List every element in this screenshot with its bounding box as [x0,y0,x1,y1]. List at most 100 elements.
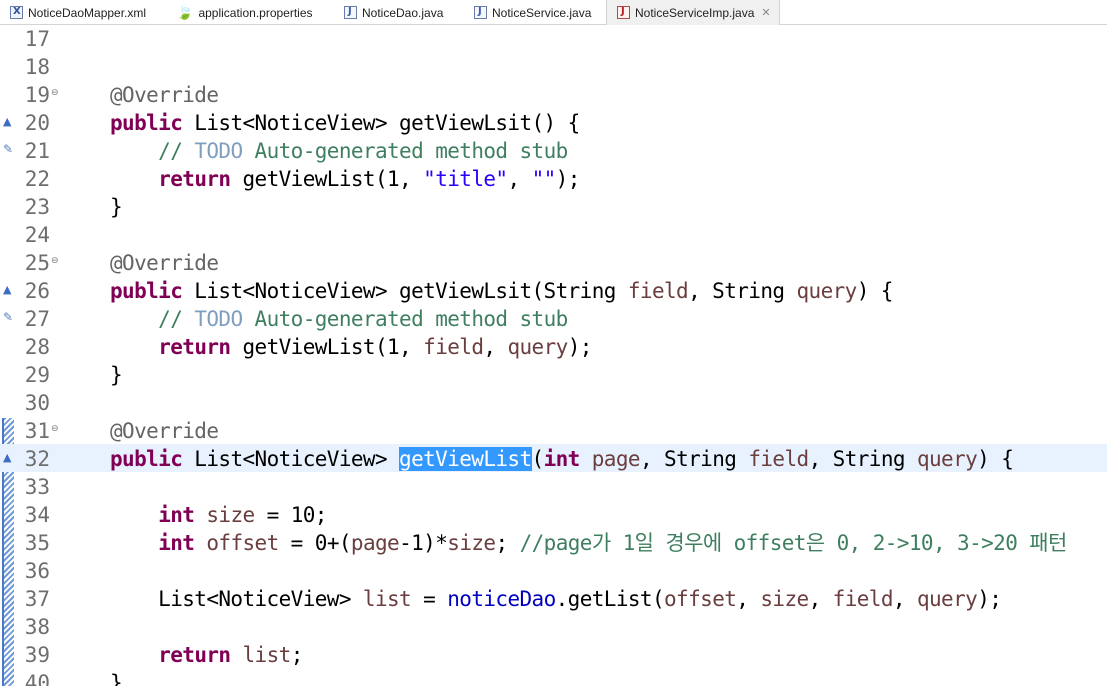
code-line[interactable]: 21 ✎ // TODO Auto-generated method stub [0,136,1107,164]
code-line[interactable]: 28 return getViewList(1, field, query); [0,332,1107,360]
code-line[interactable]: 26 ▲ public List<NoticeView> getViewLsit(S… [0,276,1107,304]
code-token: , String [808,447,917,471]
code-text[interactable]: return getViewList(1, "title", ""); [110,167,580,191]
code-text[interactable]: @Override [110,419,219,443]
tab-noticedaomapper-xml[interactable]: NoticeDaoMapper.xml [0,0,160,25]
code-line[interactable]: 24 [0,220,1107,248]
fold-collapse-icon[interactable]: ⊖ [51,424,59,434]
code-line[interactable]: 25 ⊖ @Override [0,248,1107,276]
code-text[interactable]: return getViewList(1, field, query); [110,335,592,359]
code-token: -1)* [399,531,448,555]
line-number: 23 [24,195,50,219]
code-line[interactable]: 37 List<NoticeView> list = noticeDao.get… [0,584,1107,612]
tab-label: application.properties [198,5,313,20]
code-token: .getList( [555,587,665,611]
code-line[interactable]: 23} [0,192,1107,220]
code-token: int [543,447,581,471]
tab-label: NoticeServiceImp.java [635,5,755,20]
code-text[interactable]: int offset = 0+(page-1)*size; //page가 1일… [110,531,1067,555]
code-token: = [411,587,448,611]
code-line[interactable]: 20 ▲ public List<NoticeView> getViewLsit()… [0,108,1107,136]
close-tab-icon[interactable]: ✕ [761,6,770,19]
fold-collapse-icon[interactable]: ⊖ [51,256,59,266]
line-number: 19 [24,83,50,107]
code-token: } [110,671,123,686]
code-token: offset [206,531,279,555]
code-text[interactable]: } [110,363,123,387]
code-line[interactable]: 30 [0,388,1107,416]
code-token: ; [290,643,304,667]
java-file-icon [474,6,487,19]
code-line[interactable]: 31 ⊖ @Override [0,416,1107,444]
tab-application-properties[interactable]: 🍃 application.properties [166,0,326,25]
code-line[interactable]: 32 ▲ public List<NoticeView> getViewList(i… [0,444,1107,472]
code-text[interactable]: public List<NoticeView> getViewList(int … [110,447,1014,471]
code-line[interactable]: 33 [0,472,1107,500]
line-number: 37 [24,587,50,611]
code-editor[interactable]: 17 18 19 ⊖ @Override 20 ▲ public List<NoticeVie… [0,25,1107,686]
line-number: 25 [24,251,50,275]
code-token: size [447,531,496,555]
code-text[interactable]: // TODO Auto-generated method stub [110,139,568,163]
code-text[interactable]: @Override [110,83,219,107]
code-line[interactable]: 29} [0,360,1107,388]
tab-noticedao-java[interactable]: NoticeDao.java [334,0,462,25]
code-text[interactable]: public List<NoticeView> getViewLsit(Stri… [110,279,893,303]
code-line[interactable]: 34 int size = 10; [0,500,1107,528]
code-token: //page가 1일 경우에 offset은 0, 2->10, 3->20 패… [519,531,1068,555]
override-marker-icon[interactable]: ▲ [3,283,11,296]
line-number: 31 [24,419,50,443]
java-file-icon [344,6,357,19]
code-text[interactable]: public List<NoticeView> getViewLsit() { [110,111,580,135]
code-line[interactable]: 27 ✎ // TODO Auto-generated method stub [0,304,1107,332]
code-token: "" [531,167,557,191]
task-marker-icon[interactable]: ✎ [3,310,13,324]
code-line[interactable]: 19 ⊖ @Override [0,80,1107,108]
code-token: page [350,531,400,555]
code-line[interactable]: 17 [0,25,1107,52]
line-number: 22 [24,167,50,191]
override-marker-icon[interactable]: ▲ [3,451,11,464]
code-token: int [158,503,195,527]
code-token: query [507,335,568,359]
line-number: 26 [24,279,50,303]
tab-noticeservice-java[interactable]: NoticeService.java [464,0,604,25]
code-text[interactable]: return list; [110,643,303,667]
code-token: public [110,111,183,135]
code-line[interactable]: 36 [0,556,1107,584]
code-text[interactable]: } [110,671,123,686]
code-token: } [110,195,123,219]
code-token: ); [977,587,1002,611]
line-number: 39 [24,643,50,667]
tab-label: NoticeService.java [492,5,592,20]
code-text[interactable]: int size = 10; [110,503,327,527]
override-marker-icon[interactable]: ▲ [3,115,11,128]
fold-collapse-icon[interactable]: ⊖ [51,88,59,98]
line-number: 28 [24,335,50,359]
code-line[interactable]: 38 [0,612,1107,640]
code-token: ) { [977,447,1014,471]
code-line[interactable]: 35 int offset = 0+(page-1)*size; //page가… [0,528,1107,556]
line-number: 17 [24,27,50,51]
code-line[interactable]: 39 return list; [0,640,1107,668]
code-token: noticeDao [447,587,556,611]
code-token: , String [639,447,749,471]
editor-tab-bar: NoticeDaoMapper.xml 🍃 application.proper… [0,0,1107,25]
code-line[interactable]: 40} [0,668,1107,686]
code-token: } [110,363,123,387]
code-text[interactable]: // TODO Auto-generated method stub [110,307,568,331]
line-number: 33 [24,475,50,499]
code-line[interactable]: 22 return getViewList(1, "title", ""); [0,164,1107,192]
code-text[interactable]: List<NoticeView> list = noticeDao.getLis… [110,587,1002,611]
code-token: // [110,139,195,163]
code-token: , [808,587,833,611]
code-line[interactable]: 18 [0,52,1107,80]
code-text[interactable]: @Override [110,251,219,275]
task-marker-icon[interactable]: ✎ [3,142,13,156]
code-text[interactable]: } [110,195,123,219]
tab-noticeserviceimp-java[interactable]: NoticeServiceImp.java ✕ [606,0,780,25]
